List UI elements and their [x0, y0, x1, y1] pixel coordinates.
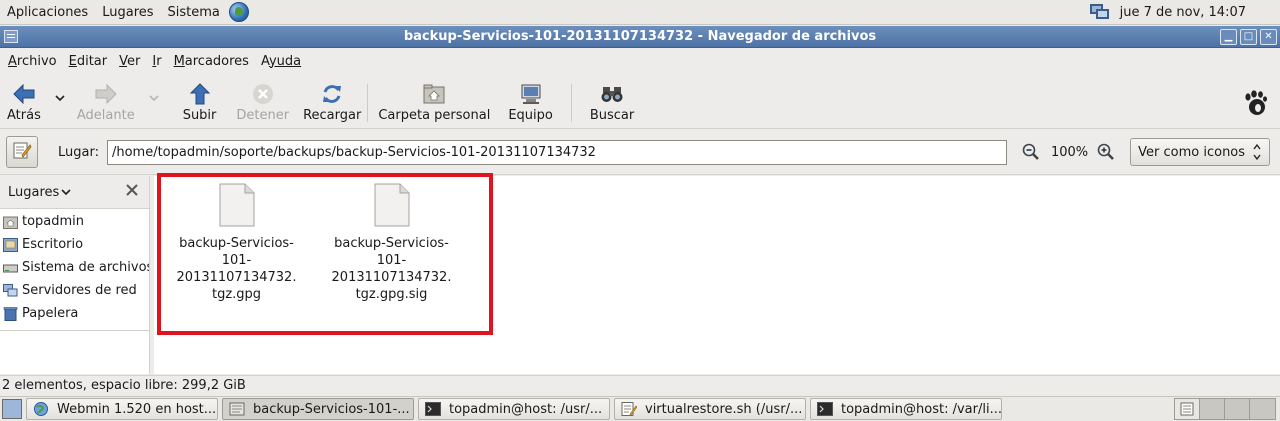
up-button[interactable]: Subir: [183, 74, 216, 129]
toolbar-separator: [367, 84, 369, 122]
document-file-icon: [219, 183, 254, 227]
menu-marcadores[interactable]: Marcadores: [168, 54, 255, 69]
location-label: Lugar:: [58, 144, 99, 160]
workspace-1[interactable]: [1175, 399, 1200, 419]
file-item[interactable]: backup-Servicios- 101- 20131107134732. t…: [174, 183, 299, 303]
menu-ir[interactable]: Ir: [146, 54, 167, 69]
sidebar-item-sistema-de-archivos[interactable]: Sistema de archivos: [0, 256, 149, 279]
gnome-foot-icon: [1244, 90, 1268, 122]
sidebar-header: Lugares: [0, 176, 149, 209]
trash-icon: [3, 306, 18, 321]
network-icon: [3, 283, 18, 296]
drive-icon: [3, 264, 18, 272]
edit-note-icon: [12, 140, 32, 164]
home-folder-icon: [3, 216, 18, 229]
status-bar: 2 elementos, espacio libre: 299,2 GiB: [0, 375, 1280, 394]
zoom-out-button[interactable]: [1021, 142, 1041, 162]
toolbar: Atrás Adelante Subir Detener Recargar Ca: [0, 74, 1280, 129]
task-file-manager[interactable]: backup-Servicios-101-...: [222, 398, 414, 420]
toggle-location-entry-button[interactable]: [6, 136, 38, 168]
top-panel: Aplicaciones Lugares Sistema jue 7 de no…: [0, 0, 1280, 25]
workspace-2[interactable]: [1200, 399, 1225, 419]
file-name: backup-Servicios- 101- 20131107134732. t…: [331, 236, 452, 302]
applications-menu[interactable]: Aplicaciones: [0, 0, 95, 25]
sidebar-divider: [0, 330, 149, 331]
zoom-out-icon: [1022, 143, 1039, 160]
chevron-down-icon[interactable]: [61, 186, 71, 199]
view-mode-select[interactable]: Ver como iconos: [1130, 138, 1271, 166]
system-menu[interactable]: Sistema: [161, 0, 227, 25]
task-terminal-usr[interactable]: topadmin@host: /usr/...: [418, 398, 610, 420]
menubar: Archivo Editar Ver Ir Marcadores Ayuda: [0, 49, 1280, 73]
file-manager-icon: [229, 402, 245, 416]
sidebar-item-topadmin[interactable]: topadmin: [0, 210, 149, 233]
sidebar-item-papelera[interactable]: Papelera: [0, 302, 149, 325]
window-titlebar[interactable]: backup-Servicios-101-20131107134732 - Na…: [0, 26, 1280, 48]
workspace-3[interactable]: [1225, 399, 1250, 419]
search-button[interactable]: Buscar: [590, 74, 634, 129]
up-arrow-icon: [188, 82, 212, 106]
browser-icon: [34, 402, 48, 416]
menu-archivo[interactable]: Archivo: [2, 54, 63, 69]
zoom-level[interactable]: 100%: [1051, 145, 1088, 160]
back-button[interactable]: Atrás: [7, 74, 41, 129]
workspace-switcher: [1174, 398, 1276, 420]
zoom-in-icon: [1097, 143, 1115, 160]
forward-history-dropdown[interactable]: [149, 70, 159, 125]
window-title: backup-Servicios-101-20131107134732 - Na…: [403, 29, 877, 44]
bottom-panel: Webmin 1.520 en host.... backup-Servicio…: [0, 396, 1280, 421]
document-file-icon: [374, 183, 409, 227]
stop-icon: [251, 82, 275, 106]
back-arrow-icon: [12, 82, 36, 106]
home-folder-icon: [422, 82, 446, 106]
terminal-icon: [817, 402, 833, 416]
sidebar-type-select[interactable]: Lugares: [8, 185, 59, 200]
zoom-in-button[interactable]: [1096, 142, 1116, 162]
toolbar-separator: [570, 84, 572, 122]
sidebar-item-escritorio[interactable]: Escritorio: [0, 233, 149, 256]
network-status-icon[interactable]: [1089, 4, 1110, 20]
sidebar-item-servidores-de-red[interactable]: Servidores de red: [0, 279, 149, 302]
web-browser-launcher-icon[interactable]: [228, 2, 249, 22]
location-bar: Lugar: 100% Ver como iconos: [0, 130, 1280, 175]
clock[interactable]: jue 7 de nov, 14:07: [1120, 5, 1280, 20]
show-desktop-button[interactable]: [2, 399, 22, 419]
select-arrows-icon: [1253, 143, 1261, 164]
close-icon: [126, 184, 138, 196]
close-sidebar-button[interactable]: [125, 183, 139, 201]
stop-button[interactable]: Detener: [236, 74, 289, 129]
file-item[interactable]: backup-Servicios- 101- 20131107134732. t…: [329, 183, 454, 303]
desktop-icon: [3, 237, 18, 252]
workspace-4[interactable]: [1250, 399, 1275, 419]
task-terminal-var[interactable]: topadmin@host: /var/li...: [810, 398, 1002, 420]
window-thumbnail-icon: [1180, 402, 1194, 416]
menu-ver[interactable]: Ver: [113, 54, 146, 69]
computer-button[interactable]: Equipo: [508, 74, 553, 129]
back-history-dropdown[interactable]: [55, 70, 65, 125]
terminal-icon: [425, 402, 441, 416]
forward-arrow-icon: [94, 82, 118, 106]
computer-icon: [519, 82, 543, 106]
reload-button[interactable]: Recargar: [303, 74, 361, 129]
binoculars-icon: [600, 82, 624, 106]
sidebar: Lugares topadmin Escritorio Sistema de a…: [0, 176, 150, 374]
file-name: backup-Servicios- 101- 20131107134732. t…: [176, 236, 297, 302]
forward-button[interactable]: Adelante: [77, 74, 135, 129]
task-text-editor[interactable]: virtualrestore.sh (/usr/...: [614, 398, 806, 420]
reload-icon: [320, 82, 344, 106]
text-editor-icon: [621, 402, 637, 416]
menu-editar[interactable]: Editar: [63, 54, 114, 69]
places-menu[interactable]: Lugares: [95, 0, 160, 25]
menu-ayuda[interactable]: Ayuda: [255, 54, 307, 69]
location-path-input[interactable]: [106, 139, 1007, 165]
home-button[interactable]: Carpeta personal: [378, 74, 490, 129]
icon-view[interactable]: backup-Servicios- 101- 20131107134732. t…: [154, 173, 1280, 374]
task-webmin[interactable]: Webmin 1.520 en host....: [26, 398, 218, 420]
